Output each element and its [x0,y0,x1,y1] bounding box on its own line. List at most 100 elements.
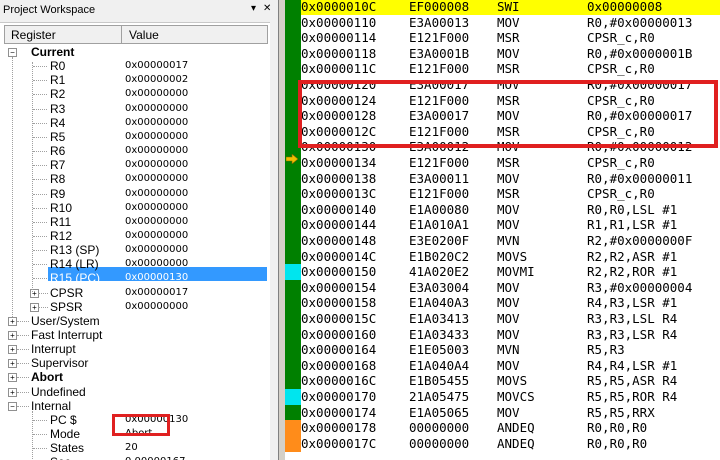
disassembly-row[interactable]: 0x00000158 E1A040A3 MOV R4,R3,LSR #1 [301,295,720,311]
address: 0x0000011C [301,61,377,76]
mnemonic: MVN [497,233,520,248]
current-pc-arrow-icon [286,154,298,164]
column-divider[interactable] [121,26,122,43]
tree-node-interrupt[interactable]: Interrupt [0,342,278,356]
tree-line [17,321,29,322]
disassembly-row[interactable]: 0x0000016C E1B05455 MOVS R5,R5,ASR R4 [301,373,720,389]
disassembly-row[interactable]: 0x0000017C 00000000 ANDEQ R0,R0,R0 [301,436,720,452]
expand-interrupt-toggle[interactable]: + [8,345,17,354]
disassembly-row[interactable]: 0x00000168 E1A040A4 MOV R4,R4,LSR #1 [301,358,720,374]
operands: R3,#0x00000004 [587,280,693,295]
disassembly-row[interactable]: 0x00000160 E1A03433 MOV R3,R3,LSR R4 [301,327,720,343]
tree-node-fast-interrupt[interactable]: Fast Interrupt [0,328,278,342]
disassembly-row[interactable]: 0x0000015C E1A03413 MOV R3,R3,LSL R4 [301,311,720,327]
expand-supervisor-toggle[interactable]: + [8,359,17,368]
register-name: R0 [50,59,66,73]
operands: R0,#0x00000013 [587,15,693,30]
disassembly-row[interactable]: 0x0000013C E121F000 MSR CPSR_c,R0 [301,186,720,202]
disassembly-row[interactable]: 0x00000140 E1A00080 MOV R0,R0,LSL #1 [301,202,720,218]
expand-internal-toggle[interactable]: − [8,402,17,411]
opcode: E121F000 [409,186,470,201]
disassembly-row[interactable]: 0x00000110 E3A00013 MOV R0,#0x00000013 [301,15,720,31]
disassembly-row[interactable]: 0x00000150 41A020E2 MOVMI R2,R2,ROR #1 [301,264,720,280]
address: 0x00000160 [301,327,377,342]
breakpoint-margin[interactable] [285,436,301,452]
mnemonic: MVN [497,342,520,357]
breakpoint-margin[interactable] [285,0,301,15]
disassembly-row[interactable]: 0x0000014C E1B020C2 MOVS R2,R2,ASR #1 [301,249,720,265]
tree-node-abort[interactable]: Abort [0,370,278,384]
mnemonic: MOVMI [497,264,535,279]
tree-line [33,151,47,152]
breakpoint-margin[interactable] [285,217,301,233]
tree-line [33,109,47,110]
register-value: 0x00000000 [125,131,189,142]
breakpoint-margin[interactable] [285,358,301,374]
breakpoint-margin[interactable] [285,342,301,358]
breakpoint-margin[interactable] [285,280,301,296]
disassembly-row[interactable]: 0x00000114 E121F000 MSR CPSR_c,R0 [301,30,720,46]
tree-node-internal[interactable]: Internal [0,399,278,413]
internal-row[interactable]: Sec 0.00000167 [0,455,278,460]
expand-fast-interrupt-toggle[interactable]: + [8,331,17,340]
breakpoint-margin[interactable] [285,202,301,218]
address: 0x00000174 [301,405,377,420]
breakpoint-margin[interactable] [285,186,301,202]
expand-undefined-toggle[interactable]: + [8,388,17,397]
collapse-current-toggle[interactable]: − [8,48,17,57]
disassembly-row[interactable]: 0x00000144 E1A010A1 MOV R1,R1,LSR #1 [301,217,720,233]
mnemonic: MOV [497,46,520,61]
disassembly-row[interactable]: 0x00000134 E121F000 MSR CPSR_c,R0 [301,155,720,171]
breakpoint-margin[interactable] [285,249,301,265]
left-scrollbar[interactable] [270,22,278,460]
breakpoint-margin[interactable] [285,46,301,62]
tree-node-user-system[interactable]: User/System [0,314,278,328]
breakpoint-margin[interactable] [285,15,301,31]
breakpoint-margin[interactable] [285,264,301,280]
disassembly-row[interactable]: 0x00000164 E1E05003 MVN R5,R3 [301,342,720,358]
breakpoint-margin[interactable] [285,295,301,311]
dropdown-icon[interactable]: ▾ [251,3,256,14]
breakpoint-margin[interactable] [285,420,301,436]
register-name: Internal [31,399,72,413]
breakpoint-margin[interactable] [285,61,301,77]
disassembly-row[interactable]: 0x00000154 E3A03004 MOV R3,#0x00000004 [301,280,720,296]
breakpoint-margin[interactable] [285,233,301,249]
breakpoint-margin[interactable] [285,327,301,343]
address: 0x00000144 [301,217,377,232]
tree-node-current[interactable]: Current [0,45,278,59]
disassembly-row[interactable]: 0x00000178 00000000 ANDEQ R0,R0,R0 [301,420,720,436]
disassembly-row[interactable]: 0x00000174 E1A05065 MOV R5,R5,RRX [301,405,720,421]
register-name: R6 [50,144,66,158]
disassembly-row[interactable]: 0x0000011C E121F000 MSR CPSR_c,R0 [301,61,720,77]
disassembly-row[interactable]: 0x0000010C EF000008 SWI 0x00000008 [301,0,720,15]
tree-node-undefined[interactable]: Undefined [0,385,278,399]
register-name: CPSR [50,286,84,300]
disassembly-row[interactable]: 0x00000118 E3A0001B MOV R0,#0x0000001B [301,46,720,62]
opcode: E1A040A3 [409,295,470,310]
disassembly-row[interactable]: 0x00000148 E3E0200F MVN R2,#0x0000000F [301,233,720,249]
mnemonic: MSR [497,155,520,170]
disassembly-row[interactable]: 0x00000138 E3A00011 MOV R0,#0x00000011 [301,171,720,187]
breakpoint-margin[interactable] [285,405,301,421]
address: 0x00000158 [301,295,377,310]
breakpoint-margin[interactable] [285,171,301,187]
close-icon[interactable]: ✕ [263,3,271,14]
register-value: 0x00000000 [125,145,189,156]
register-name: R10 [50,201,73,215]
address: 0x0000017C [301,436,377,451]
expand-user-system-toggle[interactable]: + [8,317,17,326]
instruction-highlight-box [298,80,718,148]
mnemonic: MOV [497,311,520,326]
column-value[interactable]: Value [129,28,159,42]
address: 0x0000013C [301,186,377,201]
tree-node-supervisor[interactable]: Supervisor [0,356,278,370]
expand-abort-toggle[interactable]: + [8,373,17,382]
breakpoint-margin[interactable] [285,373,301,389]
breakpoint-margin[interactable] [285,30,301,46]
breakpoint-margin[interactable] [285,311,301,327]
breakpoint-margin[interactable] [285,389,301,405]
column-register[interactable]: Register [11,28,56,42]
opcode: E1A010A1 [409,217,470,232]
disassembly-row[interactable]: 0x00000170 21A05475 MOVCS R5,R5,ROR R4 [301,389,720,405]
